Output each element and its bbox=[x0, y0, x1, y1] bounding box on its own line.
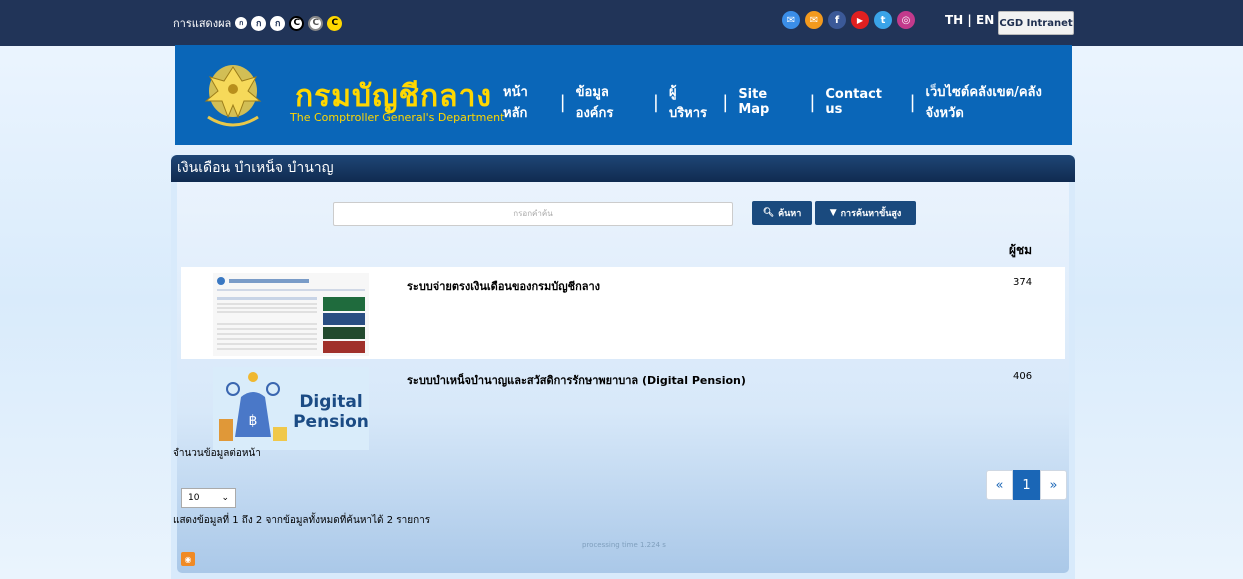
language-switch: TH | EN bbox=[945, 13, 994, 27]
per-page-label: จำนวนข้อมูลต่อหน้า bbox=[173, 448, 261, 459]
nav-separator: | bbox=[652, 91, 659, 113]
top-bar: การแสดงผล ก ก ก C C C ✉ ✉ f ▶ t ◎ TH | E… bbox=[0, 0, 1243, 46]
lang-en-link[interactable]: EN bbox=[976, 13, 994, 27]
panel-title: เงินเดือน บำเหน็จ บำนาญ bbox=[171, 155, 1075, 182]
pagination-prev[interactable]: « bbox=[986, 470, 1013, 500]
garuda-logo-icon[interactable] bbox=[198, 61, 268, 129]
processing-time: processing time 1.224 s bbox=[582, 541, 666, 549]
social-links: ✉ ✉ f ▶ t ◎ bbox=[782, 11, 915, 29]
payroll-system-thumbnail[interactable] bbox=[213, 273, 369, 356]
nav-contact[interactable]: Contact us bbox=[825, 87, 899, 117]
digital-pension-thumbnail[interactable]: ฿ Digital Pension bbox=[213, 367, 369, 450]
search-button[interactable]: 🔍︎ ค้นหา bbox=[752, 201, 812, 225]
nav-regional-sites[interactable]: เว็บไซต์คลังเขต/คลังจังหวัด bbox=[926, 81, 1072, 123]
font-size-small-button[interactable]: ก bbox=[235, 17, 248, 29]
instagram-icon[interactable]: ◎ bbox=[897, 11, 915, 29]
email-icon[interactable]: ✉ bbox=[782, 11, 800, 29]
lang-separator: | bbox=[967, 13, 972, 27]
search-icon: 🔍︎ bbox=[762, 208, 775, 218]
contrast-yellow-button[interactable]: C bbox=[327, 15, 343, 31]
item-title[interactable]: ระบบบำเหน็จบำนาญและสวัสดิการรักษาพยาบาล … bbox=[407, 371, 746, 389]
facebook-icon[interactable]: f bbox=[828, 11, 846, 29]
nav-sitemap[interactable]: Site Map bbox=[738, 87, 799, 117]
contrast-dark-button[interactable]: C bbox=[308, 15, 324, 31]
display-controls: การแสดงผล ก ก ก C C C bbox=[173, 14, 343, 32]
search-input[interactable]: กรอกคำค้น bbox=[333, 202, 733, 226]
brand-subtitle: The Comptroller General's Department bbox=[290, 111, 505, 124]
display-label: การแสดงผล bbox=[173, 17, 232, 30]
search-button-label: ค้นหา bbox=[778, 209, 802, 219]
nav-separator: | bbox=[909, 91, 916, 113]
item-title[interactable]: ระบบจ่ายตรงเงินเดือนของกรมบัญชีกลาง bbox=[407, 277, 600, 295]
nav-home[interactable]: หน้าหลัก bbox=[503, 81, 550, 123]
pagination: « 1 » bbox=[986, 470, 1067, 500]
svg-text:฿: ฿ bbox=[249, 413, 258, 429]
rss-icon[interactable]: ◉ bbox=[181, 552, 195, 566]
list-item[interactable]: ฿ Digital Pension ระบบบำเหน็จบำนาญและสวั… bbox=[181, 361, 1065, 453]
item-views: 406 bbox=[1013, 371, 1033, 382]
nav-separator: | bbox=[559, 91, 566, 113]
advanced-search-label: การค้นหาขั้นสูง bbox=[840, 209, 902, 219]
nav-separator: | bbox=[722, 91, 729, 113]
youtube-icon[interactable]: ▶ bbox=[851, 11, 869, 29]
svg-text:Pension: Pension bbox=[293, 412, 369, 432]
lang-th-link[interactable]: TH bbox=[945, 13, 963, 27]
advanced-search-button[interactable]: ▼ การค้นหาขั้นสูง bbox=[815, 201, 916, 225]
pagination-page-1[interactable]: 1 bbox=[1013, 470, 1040, 500]
result-info: แสดงข้อมูลที่ 1 ถึง 2 จากข้อมูลทั้งหมดที… bbox=[173, 515, 431, 526]
contrast-normal-button[interactable]: C bbox=[289, 15, 305, 31]
per-page-value: 10 bbox=[188, 493, 200, 503]
list-item[interactable]: ระบบจ่ายตรงเงินเดือนของกรมบัญชีกลาง 374 bbox=[181, 267, 1065, 359]
mail-icon[interactable]: ✉ bbox=[805, 11, 823, 29]
filter-icon: ▼ bbox=[829, 208, 837, 218]
svg-text:Digital: Digital bbox=[299, 392, 362, 412]
main-nav: หน้าหลัก | ข้อมูลองค์กร | ผู้บริหาร | Si… bbox=[503, 81, 1072, 123]
per-page-select[interactable]: 10 ⌄ bbox=[181, 488, 236, 508]
chevron-down-icon: ⌄ bbox=[221, 493, 229, 503]
views-column-header: ผู้ชม bbox=[1009, 243, 1033, 257]
twitter-icon[interactable]: t bbox=[874, 11, 892, 29]
nav-separator: | bbox=[809, 91, 816, 113]
font-size-large-button[interactable]: ก bbox=[270, 15, 286, 31]
nav-organization[interactable]: ข้อมูลองค์กร bbox=[576, 81, 643, 123]
pagination-next[interactable]: » bbox=[1040, 470, 1067, 500]
cgd-intranet-button[interactable]: CGD Intranet bbox=[998, 11, 1074, 35]
nav-executives[interactable]: ผู้บริหาร bbox=[669, 81, 712, 123]
item-views: 374 bbox=[1013, 277, 1033, 288]
site-header: กรมบัญชีกลาง The Comptroller General's D… bbox=[175, 45, 1072, 145]
font-size-medium-button[interactable]: ก bbox=[251, 15, 267, 31]
